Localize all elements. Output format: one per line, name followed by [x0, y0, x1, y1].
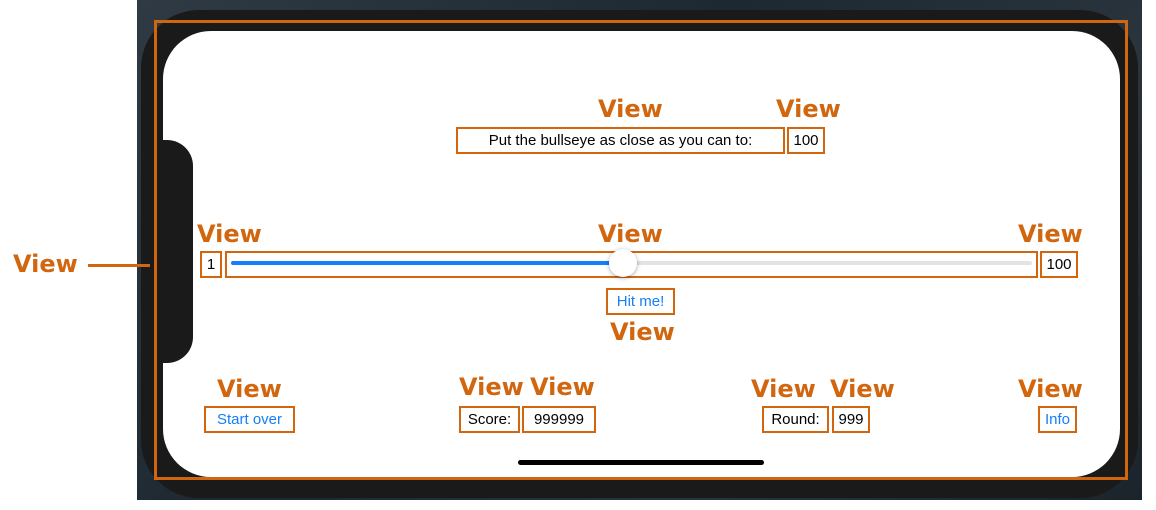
score-label-view-label: View: [459, 373, 524, 401]
min-view-label: View: [197, 220, 262, 248]
round-label: Round:: [762, 406, 829, 433]
round-value-view-label: View: [830, 375, 895, 403]
hit-me-button[interactable]: Hit me!: [606, 288, 675, 315]
start-over-button[interactable]: Start over: [204, 406, 295, 433]
slider-view-label: View: [598, 220, 663, 248]
root-view-pointer: [88, 264, 150, 267]
score-value-view-label: View: [530, 373, 595, 401]
prompt-view-label: View: [598, 95, 663, 123]
target-prompt-label: Put the bullseye as close as you can to:: [456, 127, 785, 154]
score-value: 999999: [522, 406, 596, 433]
score-label: Score:: [459, 406, 520, 433]
slider-min-track: [231, 261, 624, 265]
root-view-outline: [154, 20, 1128, 480]
target-value-label: 100: [787, 127, 825, 154]
slider-max-label: 100: [1040, 251, 1078, 278]
hit-me-view-label: View: [610, 318, 675, 346]
slider-min-label: 1: [200, 251, 222, 278]
round-value: 999: [832, 406, 870, 433]
slider-max-track: [623, 261, 1032, 265]
round-label-view-label: View: [751, 375, 816, 403]
info-view-label: View: [1018, 375, 1083, 403]
info-button[interactable]: Info: [1038, 406, 1077, 433]
target-view-label: View: [776, 95, 841, 123]
root-view-label: View: [13, 250, 78, 278]
start-over-view-label: View: [217, 375, 282, 403]
max-view-label: View: [1018, 220, 1083, 248]
